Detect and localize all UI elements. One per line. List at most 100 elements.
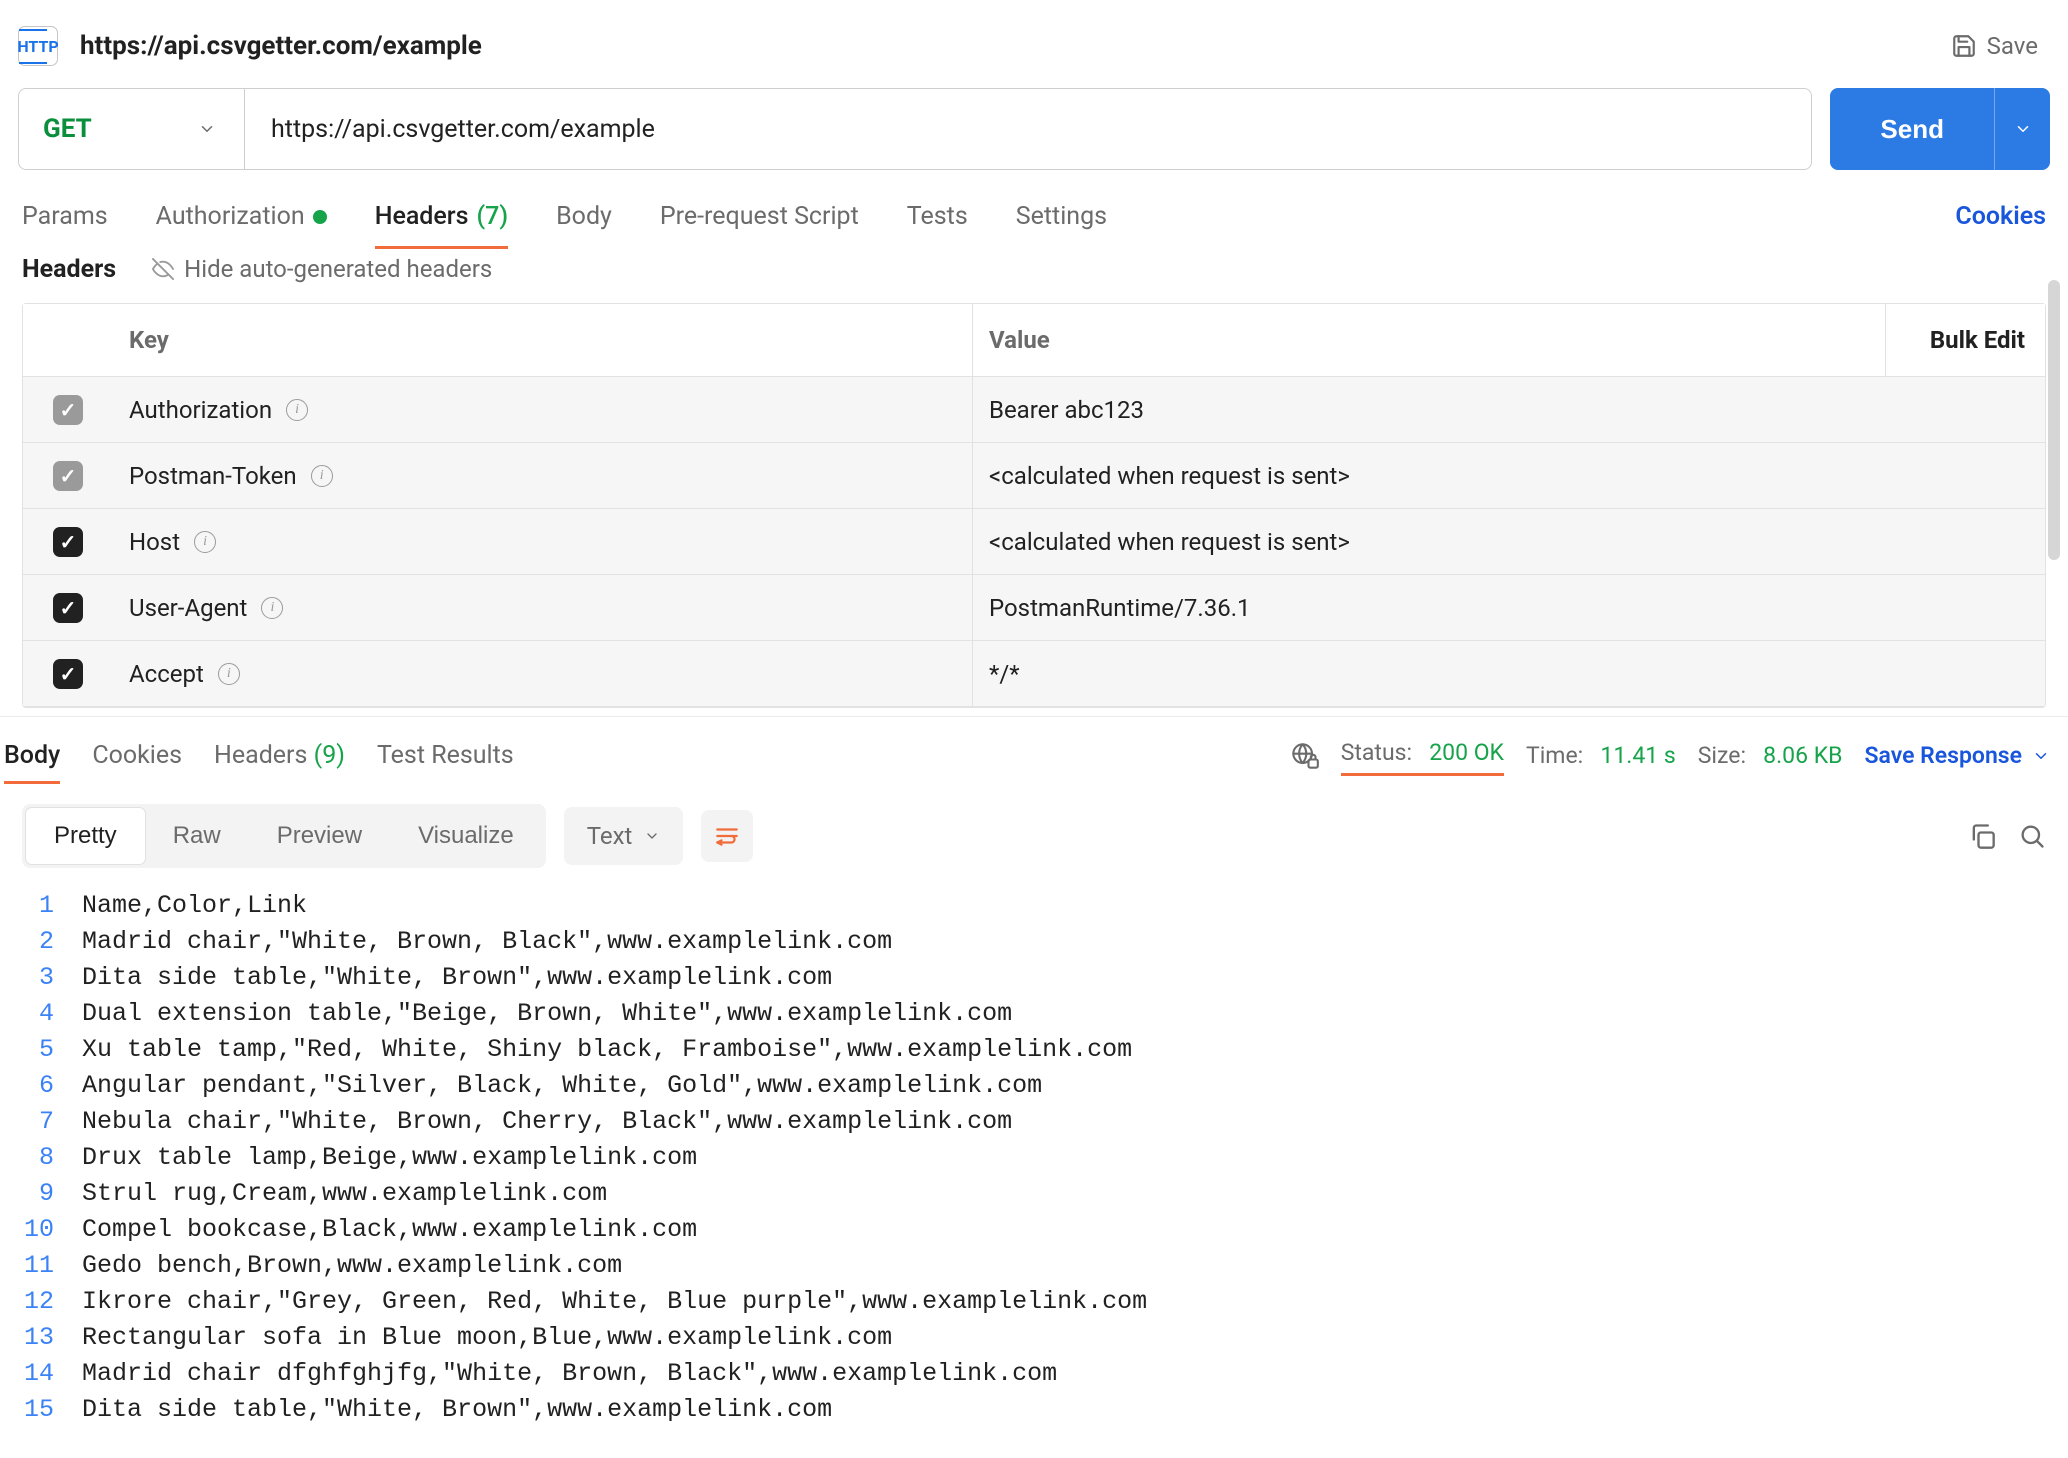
header-key: Postman-Token	[129, 462, 297, 490]
line-number: 2	[22, 924, 82, 960]
header-checkbox-cell: ✓	[23, 527, 113, 557]
title-bar: HTTP https://api.csvgetter.com/example S…	[0, 0, 2068, 88]
code-line: 3Dita side table,"White, Brown",www.exam…	[22, 960, 2046, 996]
rtab-cookies[interactable]: Cookies	[92, 741, 182, 770]
header-row[interactable]: ✓ Authorization i Bearer abc123	[23, 377, 2045, 443]
header-row[interactable]: ✓ User-AgentiPostmanRuntime/7.36.1	[23, 575, 2045, 641]
header-value-cell[interactable]: */*	[973, 660, 2045, 688]
rtab-body[interactable]: Body	[4, 741, 60, 770]
copy-icon[interactable]	[1968, 822, 1996, 850]
scrollbar[interactable]	[2048, 280, 2060, 560]
method-select[interactable]: GET	[19, 89, 245, 169]
line-number: 11	[22, 1248, 82, 1284]
tab-body[interactable]: Body	[556, 202, 612, 231]
format-select[interactable]: Text	[564, 807, 684, 865]
line-number: 1	[22, 888, 82, 924]
save-button[interactable]: Save	[1951, 32, 2038, 60]
url-row: GET https://api.csvgetter.com/example Se…	[0, 88, 2068, 170]
header-checkbox[interactable]: ✓	[53, 593, 83, 623]
header-value-cell[interactable]: <calculated when request is sent>	[973, 462, 2045, 490]
chevron-down-icon	[644, 828, 660, 844]
line-text: Dual extension table,"Beige, Brown, Whit…	[82, 996, 1012, 1032]
search-icon[interactable]	[2018, 822, 2046, 850]
header-value-cell[interactable]: Bearer abc123	[973, 396, 2045, 424]
header-checkbox[interactable]: ✓	[53, 461, 83, 491]
view-segment: Pretty Raw Preview Visualize	[22, 804, 546, 868]
code-line: 12Ikrore chair,"Grey, Green, Red, White,…	[22, 1284, 2046, 1320]
code-line: 7Nebula chair,"White, Brown, Cherry, Bla…	[22, 1104, 2046, 1140]
line-number: 4	[22, 996, 82, 1032]
headers-table-head: Key Value Bulk Edit	[23, 304, 2045, 377]
header-row[interactable]: ✓ Accepti*/*	[23, 641, 2045, 707]
view-visualize[interactable]: Visualize	[390, 808, 542, 864]
view-toolbar: Pretty Raw Preview Visualize Text	[0, 776, 2068, 878]
tab-params[interactable]: Params	[22, 202, 108, 231]
line-text: Angular pendant,"Silver, Black, White, G…	[82, 1068, 1042, 1104]
wrap-icon	[714, 823, 740, 849]
header-checkbox[interactable]: ✓	[53, 659, 83, 689]
info-icon[interactable]: i	[194, 531, 216, 553]
header-key-cell[interactable]: Accepti	[113, 641, 973, 706]
header-checkbox[interactable]: ✓	[53, 395, 83, 425]
line-text: Compel bookcase,Black,www.examplelink.co…	[82, 1212, 697, 1248]
rtab-headers[interactable]: Headers (9)	[214, 741, 345, 770]
size-line: Size: 8.06 KB	[1698, 742, 1843, 769]
header-value-cell[interactable]: <calculated when request is sent>	[973, 528, 2045, 556]
tab-authorization[interactable]: Authorization	[156, 202, 327, 231]
view-pretty[interactable]: Pretty	[26, 808, 145, 864]
method-url-wrap: GET https://api.csvgetter.com/example	[18, 88, 1812, 170]
line-text: Strul rug,Cream,www.examplelink.com	[82, 1176, 607, 1212]
code-line: 5Xu table tamp,"Red, White, Shiny black,…	[22, 1032, 2046, 1068]
tab-settings[interactable]: Settings	[1016, 202, 1107, 231]
th-key: Key	[113, 304, 973, 376]
status-line: Status: 200 OK	[1341, 739, 1504, 772]
rtab-test-results[interactable]: Test Results	[377, 741, 514, 770]
response-body[interactable]: 1Name,Color,Link2Madrid chair,"White, Br…	[0, 878, 2068, 1458]
header-row[interactable]: ✓ Postman-Token i <calculated when request …	[23, 443, 2045, 509]
wrap-lines-button[interactable]	[701, 810, 753, 862]
send-caret[interactable]	[1994, 88, 2050, 170]
info-icon[interactable]: i	[311, 465, 333, 487]
header-checkbox[interactable]: ✓	[53, 527, 83, 557]
header-key-cell[interactable]: Postman-Token i	[113, 443, 973, 508]
chevron-down-icon	[198, 120, 216, 138]
header-row[interactable]: ✓Hosti<calculated when request is sent>	[23, 509, 2045, 575]
tab-tests[interactable]: Tests	[907, 202, 968, 231]
code-line: 1Name,Color,Link	[22, 888, 2046, 924]
line-text: Madrid chair dfghfghjfg,"White, Brown, B…	[82, 1356, 1057, 1392]
save-label: Save	[1987, 32, 2038, 60]
method-label: GET	[43, 114, 92, 144]
bulk-edit-button[interactable]: Bulk Edit	[1885, 304, 2045, 376]
hide-auto-headers-toggle[interactable]: Hide auto-generated headers	[138, 249, 506, 289]
code-line: 4Dual extension table,"Beige, Brown, Whi…	[22, 996, 2046, 1032]
header-value-cell[interactable]: PostmanRuntime/7.36.1	[973, 594, 2045, 622]
line-number: 13	[22, 1320, 82, 1356]
code-line: 2Madrid chair,"White, Brown, Black",www.…	[22, 924, 2046, 960]
line-text: Rectangular sofa in Blue moon,Blue,www.e…	[82, 1320, 892, 1356]
header-key-cell[interactable]: User-Agenti	[113, 575, 973, 640]
line-text: Drux table lamp,Beige,www.examplelink.co…	[82, 1140, 697, 1176]
info-icon[interactable]: i	[286, 399, 308, 421]
line-text: Gedo bench,Brown,www.examplelink.com	[82, 1248, 622, 1284]
header-key-cell[interactable]: Authorization i	[113, 377, 973, 442]
send-button[interactable]: Send	[1830, 88, 1994, 170]
header-checkbox-cell: ✓	[23, 461, 113, 491]
cookies-link[interactable]: Cookies	[1955, 202, 2046, 231]
info-icon[interactable]: i	[218, 663, 240, 685]
header-key: Host	[129, 528, 180, 556]
tab-headers[interactable]: Headers (7)	[375, 202, 508, 231]
time-line: Time: 11.41 s	[1526, 742, 1676, 769]
view-raw[interactable]: Raw	[145, 808, 249, 864]
line-number: 9	[22, 1176, 82, 1212]
line-text: Name,Color,Link	[82, 888, 307, 924]
header-key-cell[interactable]: Hosti	[113, 509, 973, 574]
save-response-button[interactable]: Save Response	[1864, 742, 2050, 769]
tab-prerequest[interactable]: Pre-request Script	[660, 202, 859, 231]
view-preview[interactable]: Preview	[249, 808, 390, 864]
chevron-down-icon	[2014, 120, 2032, 138]
auth-dot-icon	[313, 210, 327, 224]
header-key: Authorization	[129, 396, 272, 424]
url-input[interactable]: https://api.csvgetter.com/example	[245, 89, 1811, 169]
info-icon[interactable]: i	[261, 597, 283, 619]
code-line: 13Rectangular sofa in Blue moon,Blue,www…	[22, 1320, 2046, 1356]
